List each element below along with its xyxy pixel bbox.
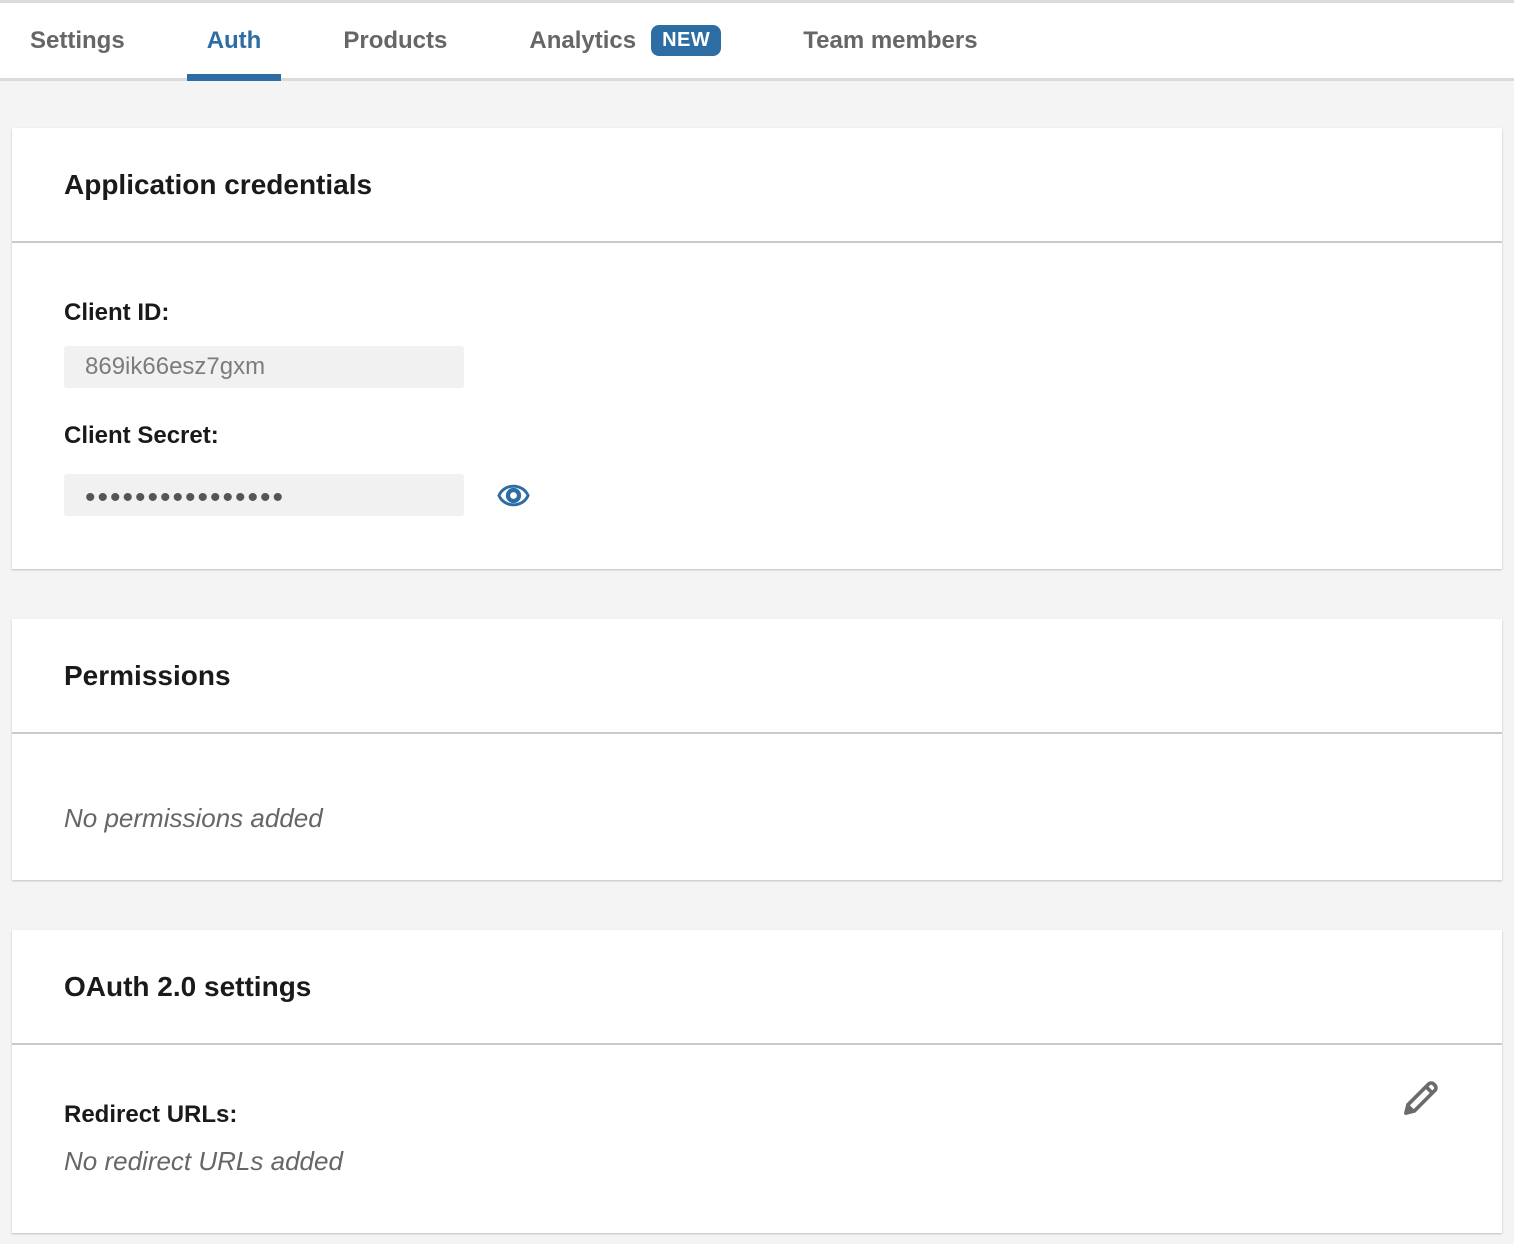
client-secret-masked-value: ••••••••••••••••: [85, 477, 285, 513]
client-secret-row: ••••••••••••••••: [64, 474, 1450, 516]
client-secret-label: Client Secret:: [64, 422, 1450, 450]
client-id-field[interactable]: 869ik66esz7gxm: [64, 346, 464, 388]
tab-team-members[interactable]: Team members: [783, 3, 997, 78]
client-secret-field[interactable]: ••••••••••••••••: [64, 474, 464, 516]
client-id-label: Client ID:: [64, 299, 1450, 327]
application-credentials-body: Client ID: 869ik66esz7gxm Client Secret:…: [12, 243, 1502, 569]
oauth-settings-body: Redirect URLs: No redirect URLs added: [12, 1045, 1502, 1233]
edit-redirect-urls-button[interactable]: [1398, 1075, 1444, 1121]
tab-settings-label: Settings: [30, 27, 125, 55]
application-credentials-card: Application credentials Client ID: 869ik…: [12, 128, 1502, 569]
permissions-body: No permissions added: [12, 734, 1502, 880]
pencil-icon: [1398, 1075, 1444, 1121]
no-permissions-text: No permissions added: [64, 804, 1450, 832]
client-id-value: 869ik66esz7gxm: [85, 353, 265, 381]
tab-products-label: Products: [343, 27, 447, 55]
tab-auth[interactable]: Auth: [187, 3, 282, 78]
tab-products[interactable]: Products: [323, 3, 467, 78]
tab-settings[interactable]: Settings: [10, 3, 145, 78]
redirect-urls-label: Redirect URLs:: [64, 1101, 1450, 1129]
permissions-card: Permissions No permissions added: [12, 619, 1502, 880]
card-title: Permissions: [12, 619, 1502, 734]
card-title: Application credentials: [12, 128, 1502, 243]
tab-auth-label: Auth: [207, 27, 262, 55]
new-badge: NEW: [651, 25, 721, 56]
card-title: OAuth 2.0 settings: [12, 930, 1502, 1045]
tab-team-members-label: Team members: [803, 27, 977, 55]
tab-bar: Settings Auth Products Analytics NEW Tea…: [0, 0, 1514, 81]
tab-analytics[interactable]: Analytics NEW: [509, 3, 741, 78]
oauth-settings-card: OAuth 2.0 settings Redirect URLs: No red…: [12, 930, 1502, 1233]
no-redirect-urls-text: No redirect URLs added: [64, 1147, 1450, 1175]
tab-analytics-label: Analytics: [529, 27, 636, 55]
reveal-secret-button[interactable]: [497, 479, 530, 512]
eye-icon: [497, 479, 530, 512]
